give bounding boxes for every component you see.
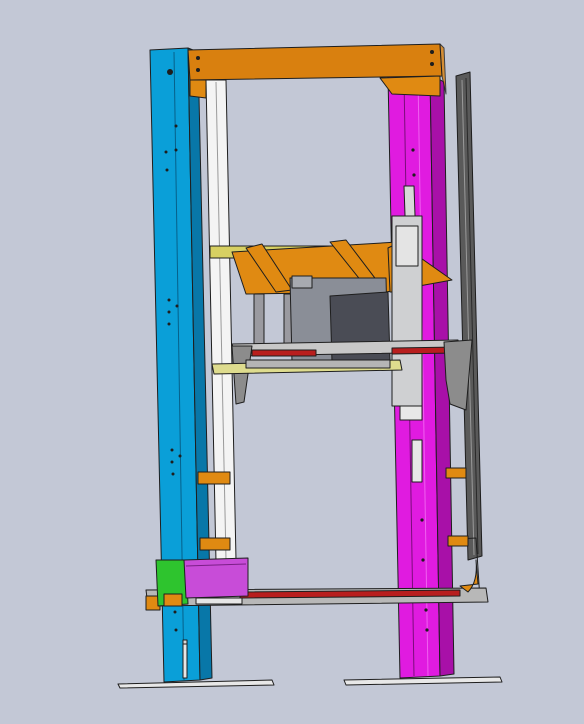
right-base-plate — [343, 676, 503, 686]
left-base-plate — [117, 679, 275, 689]
cad-viewport[interactable] — [0, 0, 584, 724]
machine-assembly-drawing — [117, 43, 503, 689]
